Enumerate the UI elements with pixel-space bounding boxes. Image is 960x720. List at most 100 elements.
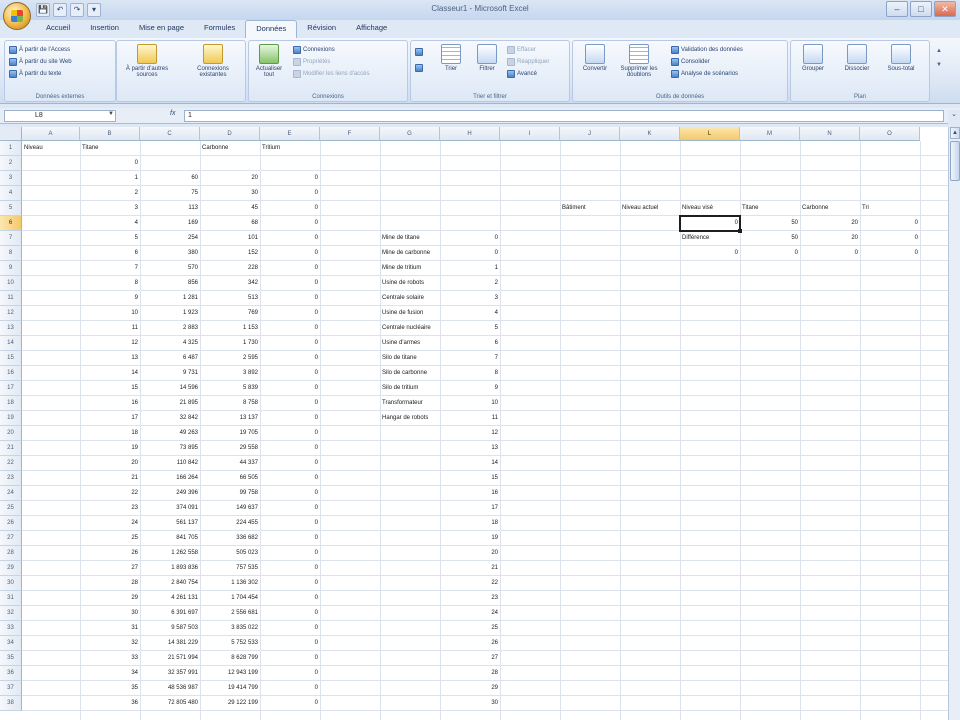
cell-h10[interactable]: 2 — [440, 276, 500, 291]
row-header-27[interactable]: 27 — [0, 531, 22, 546]
cell-c6[interactable]: 169 — [140, 216, 200, 231]
sort-az-button[interactable] — [415, 47, 423, 57]
cell-e7[interactable]: 0 — [260, 231, 320, 246]
cell-c3[interactable]: 60 — [140, 171, 200, 186]
cell-h28[interactable]: 20 — [440, 546, 500, 561]
cell-b17[interactable]: 15 — [80, 381, 140, 396]
cell-c26[interactable]: 561 137 — [140, 516, 200, 531]
row-header-38[interactable]: 38 — [0, 696, 22, 711]
cell-b18[interactable]: 16 — [80, 396, 140, 411]
cell-e28[interactable]: 0 — [260, 546, 320, 561]
cell-e34[interactable]: 0 — [260, 636, 320, 651]
row-header-21[interactable]: 21 — [0, 441, 22, 456]
cell-c21[interactable]: 73 895 — [140, 441, 200, 456]
cell-h14[interactable]: 6 — [440, 336, 500, 351]
cell-g11[interactable]: Centrale solaire — [380, 291, 440, 306]
row-header-28[interactable]: 28 — [0, 546, 22, 561]
row-header-9[interactable]: 9 — [0, 261, 22, 276]
row-header-12[interactable]: 12 — [0, 306, 22, 321]
tab-mise-en-page[interactable]: Mise en page — [129, 20, 194, 38]
column-header-d[interactable]: D — [200, 127, 260, 141]
row-header-19[interactable]: 19 — [0, 411, 22, 426]
cell-g15[interactable]: Silo de titane — [380, 351, 440, 366]
cell-m5[interactable]: Titane — [740, 201, 800, 216]
whatif-button[interactable]: Analyse de scénarios — [671, 69, 738, 79]
tab-insertion[interactable]: Insertion — [80, 20, 129, 38]
cell-b12[interactable]: 10 — [80, 306, 140, 321]
cell-l8[interactable]: 0 — [680, 246, 740, 261]
cell-b11[interactable]: 9 — [80, 291, 140, 306]
other-sources-button[interactable]: À partir d'autres sources — [121, 44, 173, 88]
cell-d11[interactable]: 513 — [200, 291, 260, 306]
cell-c13[interactable]: 2 883 — [140, 321, 200, 336]
cell-c5[interactable]: 113 — [140, 201, 200, 216]
cell-d17[interactable]: 5 839 — [200, 381, 260, 396]
cell-g16[interactable]: Silo de carbonne — [380, 366, 440, 381]
cell-d16[interactable]: 3 892 — [200, 366, 260, 381]
select-all-corner[interactable] — [0, 127, 22, 141]
cell-b16[interactable]: 14 — [80, 366, 140, 381]
ribbon-scroll[interactable]: ▲ ▼ — [934, 44, 944, 100]
cell-d10[interactable]: 342 — [200, 276, 260, 291]
cell-h22[interactable]: 14 — [440, 456, 500, 471]
cell-d22[interactable]: 44 337 — [200, 456, 260, 471]
cell-c22[interactable]: 110 842 — [140, 456, 200, 471]
existing-connections-button[interactable]: Connexions existantes — [187, 44, 239, 88]
cell-c36[interactable]: 32 357 991 — [140, 666, 200, 681]
cell-o7[interactable]: 0 — [860, 231, 920, 246]
cell-c31[interactable]: 4 261 131 — [140, 591, 200, 606]
cell-h30[interactable]: 22 — [440, 576, 500, 591]
cell-c29[interactable]: 1 893 836 — [140, 561, 200, 576]
cell-d9[interactable]: 228 — [200, 261, 260, 276]
cell-b7[interactable]: 5 — [80, 231, 140, 246]
cell-d35[interactable]: 8 628 799 — [200, 651, 260, 666]
cell-h37[interactable]: 29 — [440, 681, 500, 696]
cell-b5[interactable]: 3 — [80, 201, 140, 216]
cell-b38[interactable]: 36 — [80, 696, 140, 711]
cell-h35[interactable]: 27 — [440, 651, 500, 666]
cell-n5[interactable]: Carbonne — [800, 201, 860, 216]
cell-g8[interactable]: Mine de carbonne — [380, 246, 440, 261]
cell-n8[interactable]: 0 — [800, 246, 860, 261]
cell-b23[interactable]: 21 — [80, 471, 140, 486]
row-header-3[interactable]: 3 — [0, 171, 22, 186]
formula-expand-icon[interactable]: ⌄ — [948, 110, 960, 124]
connections-button[interactable]: Connexions — [293, 45, 335, 55]
column-header-a[interactable]: A — [22, 127, 80, 141]
cell-b2[interactable]: 0 — [80, 156, 140, 171]
cell-h18[interactable]: 10 — [440, 396, 500, 411]
cell-l7[interactable]: Différence — [680, 231, 740, 246]
cell-h17[interactable]: 9 — [440, 381, 500, 396]
cell-c15[interactable]: 6 487 — [140, 351, 200, 366]
cell-c10[interactable]: 856 — [140, 276, 200, 291]
cell-c30[interactable]: 2 840 754 — [140, 576, 200, 591]
subtotal-button[interactable]: Sous-total — [883, 44, 919, 88]
cell-c33[interactable]: 9 587 503 — [140, 621, 200, 636]
cell-c20[interactable]: 49 263 — [140, 426, 200, 441]
cell-b37[interactable]: 35 — [80, 681, 140, 696]
row-header-11[interactable]: 11 — [0, 291, 22, 306]
column-header-n[interactable]: N — [800, 127, 860, 141]
cell-o5[interactable]: Tri — [860, 201, 920, 216]
cell-e5[interactable]: 0 — [260, 201, 320, 216]
cell-e15[interactable]: 0 — [260, 351, 320, 366]
cell-h25[interactable]: 17 — [440, 501, 500, 516]
cell-g19[interactable]: Hangar de robots — [380, 411, 440, 426]
row-header-14[interactable]: 14 — [0, 336, 22, 351]
cell-d29[interactable]: 757 535 — [200, 561, 260, 576]
column-header-i[interactable]: I — [500, 127, 560, 141]
cell-h26[interactable]: 18 — [440, 516, 500, 531]
cell-c16[interactable]: 9 731 — [140, 366, 200, 381]
cell-d12[interactable]: 769 — [200, 306, 260, 321]
cell-e17[interactable]: 0 — [260, 381, 320, 396]
cell-e10[interactable]: 0 — [260, 276, 320, 291]
cell-n7[interactable]: 20 — [800, 231, 860, 246]
maximize-button[interactable]: □ — [910, 1, 932, 17]
cell-m8[interactable]: 0 — [740, 246, 800, 261]
cell-d24[interactable]: 99 758 — [200, 486, 260, 501]
cell-b21[interactable]: 19 — [80, 441, 140, 456]
group-button[interactable]: Grouper — [795, 44, 831, 88]
cell-g12[interactable]: Usine de fusion — [380, 306, 440, 321]
cell-d14[interactable]: 1 730 — [200, 336, 260, 351]
column-header-m[interactable]: M — [740, 127, 800, 141]
